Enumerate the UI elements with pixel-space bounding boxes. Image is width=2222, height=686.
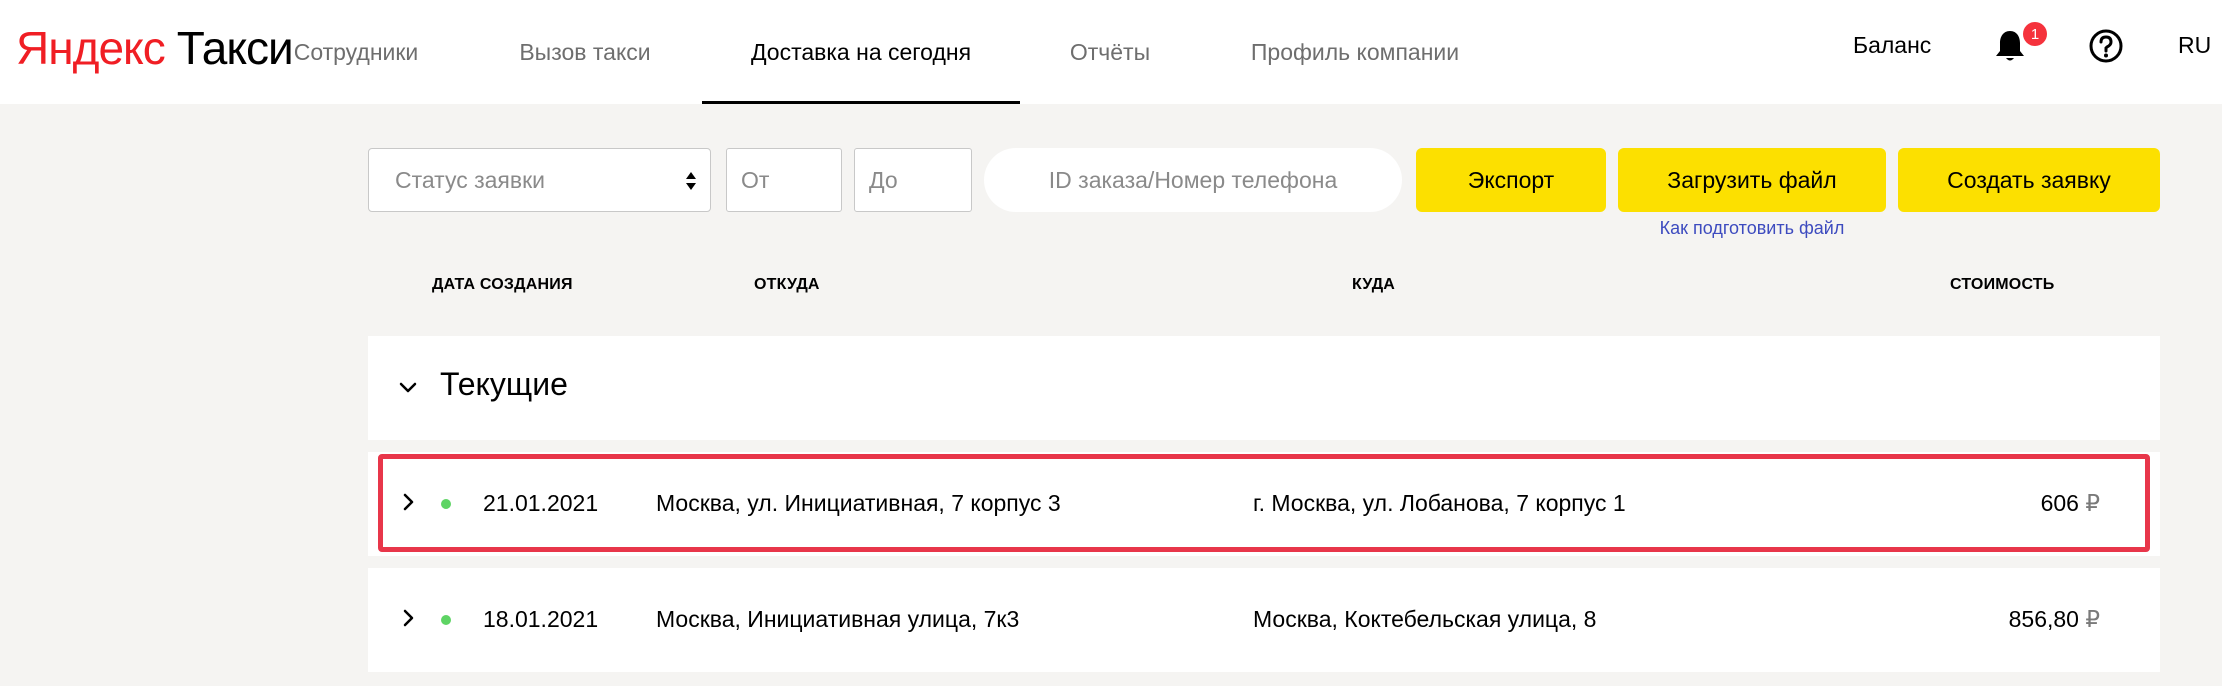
status-select-placeholder: Статус заявки — [395, 166, 546, 193]
top-header: Яндекс Такси Сотрудники Вызов такси Дост… — [0, 0, 2222, 104]
balance-link[interactable]: Баланс — [1853, 0, 1931, 90]
tab-company-profile[interactable]: Профиль компании — [1249, 0, 1461, 104]
row-from-address: Москва, ул. Инициативная, 7 корпус 3 — [656, 490, 1061, 516]
help-icon[interactable] — [2088, 28, 2124, 64]
section-title: Текущие — [440, 366, 568, 402]
row-cost-value: 606 — [2040, 490, 2079, 516]
table-row[interactable]: 18.01.2021 Москва, Инициативная улица, 7… — [368, 568, 2160, 672]
language-switcher[interactable]: RU — [2178, 0, 2211, 90]
row-date: 18.01.2021 — [483, 606, 599, 632]
tab-employees[interactable]: Сотрудники — [290, 0, 422, 104]
current-orders-section: Текущие — [368, 336, 2160, 440]
column-header-to[interactable]: КУДА — [1352, 276, 1395, 294]
column-header-date[interactable]: ДАТА СОЗДАНИЯ — [432, 276, 573, 294]
date-to-input[interactable] — [854, 148, 972, 212]
tab-call-taxi[interactable]: Вызов такси — [515, 0, 655, 104]
chevron-right-icon[interactable] — [400, 490, 418, 514]
row-from-address: Москва, Инициативная улица, 7к3 — [656, 606, 1020, 632]
row-date: 21.01.2021 — [483, 490, 599, 516]
yandex-taxi-logo[interactable]: Яндекс Такси — [16, 18, 294, 78]
select-arrows-icon — [686, 172, 696, 190]
table-row[interactable]: 21.01.2021 Москва, ул. Инициативная, 7 к… — [368, 452, 2160, 556]
date-from-input[interactable] — [726, 148, 842, 212]
logo-taxi-text: Такси — [176, 22, 294, 74]
currency-symbol: ₽ — [2085, 606, 2100, 632]
chevron-down-icon[interactable] — [396, 376, 420, 400]
row-to-address: г. Москва, ул. Лобанова, 7 корпус 1 — [1253, 490, 1626, 516]
tab-reports[interactable]: Отчёты — [1065, 0, 1155, 104]
chevron-right-icon[interactable] — [400, 606, 418, 630]
row-to-address: Москва, Коктебельская улица, 8 — [1253, 606, 1597, 632]
create-request-button[interactable]: Создать заявку — [1898, 148, 2160, 212]
order-search-input[interactable] — [984, 148, 1402, 212]
column-header-from[interactable]: ОТКУДА — [754, 276, 820, 294]
how-to-prepare-file-link[interactable]: Как подготовить файл — [1618, 218, 1886, 239]
notification-badge: 1 — [2023, 22, 2047, 46]
export-button[interactable]: Экспорт — [1416, 148, 1606, 212]
logo-yandex-text: Яндекс — [16, 22, 166, 74]
status-dot — [441, 499, 451, 509]
status-select[interactable]: Статус заявки — [368, 148, 711, 212]
row-cost: 856,80 ₽ — [2009, 606, 2100, 633]
status-dot — [441, 615, 451, 625]
column-header-cost[interactable]: СТОИМОСТЬ — [1950, 276, 2054, 294]
tab-delivery-today[interactable]: Доставка на сегодня — [702, 0, 1020, 104]
row-cost: 606 ₽ — [2041, 490, 2100, 517]
row-cost-value: 856,80 — [2008, 606, 2079, 632]
currency-symbol: ₽ — [2085, 490, 2100, 516]
upload-file-button[interactable]: Загрузить файл — [1618, 148, 1886, 212]
